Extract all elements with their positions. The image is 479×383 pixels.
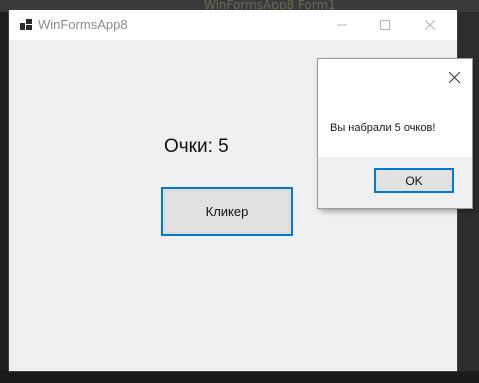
maximize-button[interactable] bbox=[362, 10, 408, 40]
minimize-icon bbox=[337, 20, 347, 30]
ide-bottom-edge bbox=[0, 371, 479, 383]
ide-left-edge bbox=[0, 12, 9, 383]
window-title: WinFormsApp8 bbox=[38, 17, 128, 32]
app-icon bbox=[20, 19, 32, 30]
maximize-icon bbox=[380, 20, 390, 30]
message-box: Вы набрали 5 очков! OK bbox=[318, 59, 472, 208]
title-bar[interactable]: WinFormsApp8 bbox=[9, 10, 457, 40]
close-button[interactable] bbox=[407, 10, 453, 40]
close-icon bbox=[448, 68, 460, 87]
score-label: Очки: 5 bbox=[164, 136, 229, 157]
clicker-button[interactable]: Кликер bbox=[161, 187, 293, 236]
desktop-background: WinFormsApp8 Form1 WinFormsApp8 Очки: 5 … bbox=[0, 0, 479, 383]
clicker-button-focus-frame bbox=[164, 190, 290, 233]
ok-button-label: OK bbox=[405, 173, 423, 188]
minimize-button[interactable] bbox=[319, 10, 365, 40]
message-text: Вы набрали 5 очков! bbox=[330, 122, 436, 134]
close-icon bbox=[425, 20, 435, 30]
message-box-footer: OK bbox=[318, 157, 472, 208]
message-box-close-button[interactable] bbox=[444, 67, 464, 87]
ok-button[interactable]: OK bbox=[374, 168, 454, 193]
